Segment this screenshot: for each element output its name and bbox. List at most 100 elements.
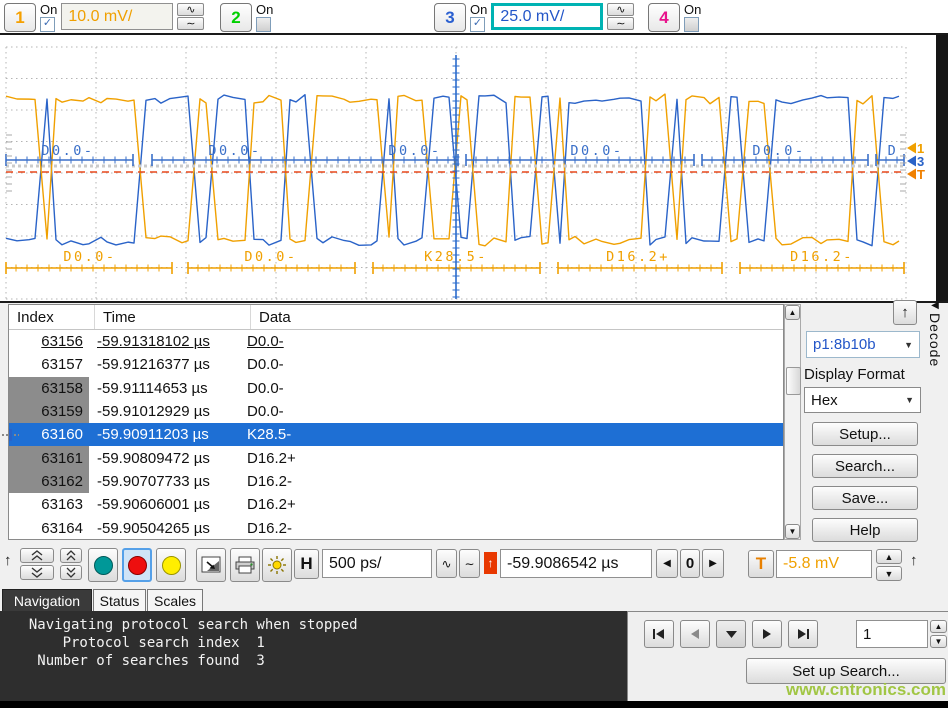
cell-time[interactable]: -59.90911203 µs — [89, 426, 239, 443]
trigger-button[interactable]: T — [748, 550, 774, 578]
bus-select-dropdown[interactable]: p1:8b10b ▼ — [806, 331, 920, 358]
stop-button[interactable] — [122, 548, 152, 582]
cell-index[interactable]: 63157 — [9, 353, 89, 376]
single-button[interactable] — [156, 548, 186, 582]
column-header-time[interactable]: Time — [95, 305, 251, 329]
jump-down-button[interactable] — [716, 620, 746, 648]
tab-navigation[interactable]: Navigation — [2, 589, 92, 611]
stepper-up-button[interactable] — [60, 548, 82, 563]
cell-time[interactable]: -59.91012929 µs — [89, 403, 239, 420]
brightness-button[interactable] — [262, 548, 292, 582]
cell-data[interactable]: D16.2+ — [239, 496, 783, 513]
channel-1-scale-field[interactable]: 10.0 mV/ — [61, 3, 173, 30]
table-row[interactable]: 63164-59.90504265 µsD16.2- — [9, 516, 783, 539]
cell-time[interactable]: -59.90809472 µs — [89, 450, 239, 467]
delay-field[interactable]: -59.9086542 µs — [500, 549, 652, 578]
help-button[interactable]: Help — [812, 518, 918, 542]
channel-3-waveform-up-button[interactable]: ∿ — [607, 3, 634, 16]
waveform-display[interactable]: D0.0-D0.0-D0.0-D0.0-D0.0-DD0.0-D0.0-K28.… — [0, 35, 948, 301]
first-result-button[interactable] — [644, 620, 674, 648]
table-row[interactable]: 63160-59.90911203 µsK28.5- — [9, 423, 783, 446]
scrollbar-thumb[interactable] — [786, 367, 801, 395]
cell-index[interactable]: 63156 — [9, 330, 89, 353]
channel-1-waveform-down-button[interactable]: ∼ — [177, 17, 204, 30]
screenshot-button[interactable] — [196, 548, 226, 582]
cell-time[interactable]: -59.91318102 µs — [89, 333, 239, 350]
channel-4-button[interactable]: 4 — [648, 3, 680, 32]
delay-zero-button[interactable]: 0 — [680, 549, 700, 578]
last-result-button[interactable] — [788, 620, 818, 648]
save-button[interactable]: Save... — [812, 486, 918, 510]
cell-data[interactable]: D0.0- — [239, 380, 783, 397]
table-row[interactable]: 63163-59.90606001 µsD16.2+ — [9, 493, 783, 516]
channel-2-button[interactable]: 2 — [220, 3, 252, 32]
table-row[interactable]: 63157-59.91216377 µsD0.0- — [9, 353, 783, 376]
stepper-up-button[interactable]: ▲ — [930, 620, 947, 633]
stepper-down-button[interactable] — [20, 565, 54, 580]
channel-3-on-checkbox[interactable]: ✓ — [470, 17, 485, 32]
stepper-up-button[interactable] — [20, 548, 54, 563]
column-header-data[interactable]: Data — [251, 305, 783, 329]
cell-data[interactable]: D0.0- — [239, 403, 783, 420]
delay-right-button[interactable]: ▶ — [702, 549, 724, 578]
search-button[interactable]: Search... — [812, 454, 918, 478]
display-format-dropdown[interactable]: Hex ▼ — [804, 387, 921, 413]
timebase-fine-button[interactable]: ∿ — [436, 549, 457, 578]
stepper-down-button[interactable] — [60, 565, 82, 580]
table-row[interactable]: 63161-59.90809472 µsD16.2+ — [9, 446, 783, 469]
stepper-down-button[interactable]: ▼ — [930, 635, 947, 648]
previous-result-button[interactable] — [680, 620, 710, 648]
delay-left-button[interactable]: ◀ — [656, 549, 678, 578]
cell-time[interactable]: -59.91114653 µs — [89, 380, 239, 397]
channel-3-button[interactable]: 3 — [434, 3, 466, 32]
cell-index[interactable]: 63162 — [9, 470, 89, 493]
timebase-wave-button[interactable]: ∼ — [459, 549, 480, 578]
cell-index[interactable]: 63163 — [9, 493, 89, 516]
print-button[interactable] — [230, 548, 260, 582]
timebase-field[interactable]: 500 ps/ — [322, 549, 432, 578]
scroll-down-button[interactable]: ▼ — [785, 524, 800, 539]
stepper-down-button[interactable]: ▼ — [876, 566, 902, 581]
cell-time[interactable]: -59.90606001 µs — [89, 496, 239, 513]
search-index-field[interactable]: 1 — [856, 620, 928, 648]
channel-3-scale-field[interactable]: 25.0 mV/ — [491, 3, 603, 30]
table-row[interactable]: 63162-59.90707733 µsD16.2- — [9, 470, 783, 493]
channel-1-button[interactable]: 1 — [4, 3, 36, 32]
cell-index[interactable]: 63158 — [9, 377, 89, 400]
cell-data[interactable]: D16.2+ — [239, 450, 783, 467]
table-row[interactable]: 63158-59.91114653 µsD0.0- — [9, 377, 783, 400]
cell-data[interactable]: K28.5- — [239, 426, 783, 443]
cell-data[interactable]: D0.0- — [239, 356, 783, 373]
channel-3-waveform-down-button[interactable]: ∼ — [607, 17, 634, 30]
cell-data[interactable]: D16.2- — [239, 473, 783, 490]
cell-index[interactable]: 63160 — [9, 423, 89, 446]
collapse-panel-button[interactable]: ↑ — [893, 300, 917, 325]
cell-index[interactable]: 63159 — [9, 400, 89, 423]
next-result-button[interactable] — [752, 620, 782, 648]
table-scrollbar[interactable]: ▲ ▼ — [784, 304, 801, 540]
arrow-right-icon — [761, 628, 773, 640]
cell-time[interactable]: -59.91216377 µs — [89, 356, 239, 373]
tab-status[interactable]: Status — [93, 589, 146, 611]
cell-data[interactable]: D16.2- — [239, 520, 783, 537]
setup-button[interactable]: Setup... — [812, 422, 918, 446]
table-row[interactable]: 63159-59.91012929 µsD0.0- — [9, 400, 783, 423]
column-header-index[interactable]: Index — [9, 305, 95, 329]
cell-time[interactable]: -59.90707733 µs — [89, 473, 239, 490]
run-button[interactable] — [88, 548, 118, 582]
trigger-level-field[interactable]: -5.8 mV — [776, 550, 872, 578]
channel-4-on-checkbox[interactable]: ✓ — [684, 17, 699, 32]
channel-2-on-checkbox[interactable]: ✓ — [256, 17, 271, 32]
table-row[interactable]: 63156-59.91318102 µsD0.0- — [9, 330, 783, 353]
cell-index[interactable]: 63164 — [9, 516, 89, 539]
decode-side-tab[interactable]: ◀ Decode — [924, 300, 946, 440]
cell-time[interactable]: -59.90504265 µs — [89, 520, 239, 537]
cell-data[interactable]: D0.0- — [239, 333, 783, 350]
scroll-up-button[interactable]: ▲ — [785, 305, 800, 320]
horizontal-button[interactable]: H — [294, 549, 319, 579]
stepper-up-button[interactable]: ▲ — [876, 549, 902, 564]
channel-1-on-checkbox[interactable]: ✓ — [40, 17, 55, 32]
tab-scales[interactable]: Scales — [147, 589, 203, 611]
cell-index[interactable]: 63161 — [9, 446, 89, 469]
channel-1-waveform-up-button[interactable]: ∿ — [177, 3, 204, 16]
